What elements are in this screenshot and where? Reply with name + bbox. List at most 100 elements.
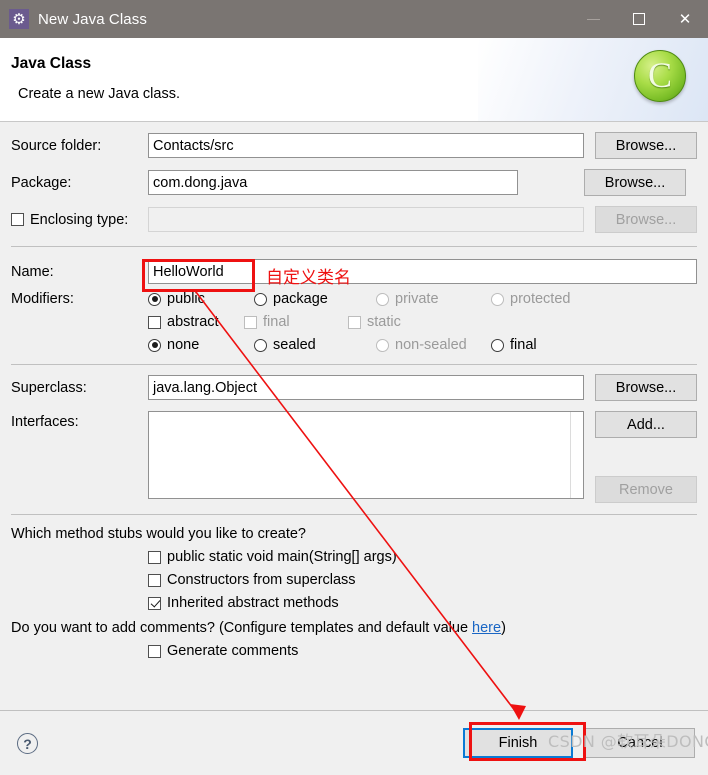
comments-question: Do you want to add comments? (Configure …	[11, 620, 697, 636]
interfaces-list[interactable]	[148, 411, 584, 499]
generate-comments-checkbox[interactable]	[148, 644, 161, 658]
modifier-public[interactable]: public	[148, 291, 254, 307]
dialog-header: Java Class Create a new Java class. C	[0, 38, 708, 122]
final-checkbox	[244, 315, 257, 329]
sealed-final-radio[interactable]	[491, 338, 504, 352]
divider-2	[11, 364, 697, 365]
app-gear-icon: ⚙	[9, 9, 29, 29]
gear-glyph: ⚙	[12, 10, 26, 28]
package-row: Package: com.dong.java Browse...	[11, 169, 697, 196]
non-sealed-label: non-sealed	[395, 337, 467, 353]
close-button[interactable]: ✕	[662, 0, 708, 38]
inherited-abstract-label: Inherited abstract methods	[167, 595, 339, 611]
source-folder-row: Source folder: Contacts/src Browse...	[11, 132, 697, 159]
modifier-non-sealed: non-sealed	[376, 337, 491, 353]
superclass-label: Superclass:	[11, 379, 87, 396]
modifier-sealed-final[interactable]: final	[491, 337, 537, 353]
private-label: private	[395, 291, 439, 307]
modifier-protected: protected	[491, 291, 570, 307]
comments-question-pre: Do you want to add comments? (Configure …	[11, 620, 473, 636]
superclass-row: Superclass: java.lang.Object Browse...	[11, 374, 697, 401]
stub-main-method[interactable]: public static void main(String[] args)	[11, 549, 697, 565]
public-radio[interactable]	[148, 292, 161, 306]
footer-buttons: Finish Cancel	[463, 728, 695, 758]
minimize-icon	[586, 18, 600, 20]
finish-button[interactable]: Finish	[463, 728, 573, 758]
main-method-label: public static void main(String[] args)	[167, 549, 397, 565]
none-label: none	[167, 337, 200, 353]
close-icon: ✕	[678, 11, 692, 28]
window-controls: ✕	[570, 0, 708, 38]
minimize-button[interactable]	[570, 0, 616, 38]
method-stubs-question: Which method stubs would you like to cre…	[11, 526, 306, 542]
interfaces-buttons: Add... Remove	[595, 411, 697, 503]
cancel-button[interactable]: Cancel	[585, 728, 695, 758]
enclosing-type-checkbox[interactable]	[11, 213, 24, 226]
modifiers-label: Modifiers:	[11, 291, 74, 307]
enclosing-type-label-group: Enclosing type:	[11, 212, 148, 228]
enclosing-type-label: Enclosing type:	[30, 211, 129, 228]
package-radio[interactable]	[254, 292, 267, 306]
package-browse-button[interactable]: Browse...	[584, 169, 686, 196]
static-label: static	[367, 314, 401, 330]
title-bar: ⚙ New Java Class ✕	[0, 0, 708, 38]
source-folder-label: Source folder:	[11, 137, 102, 154]
package-input[interactable]: com.dong.java	[148, 170, 518, 195]
modifier-sealed[interactable]: sealed	[254, 337, 376, 353]
abstract-checkbox[interactable]	[148, 315, 161, 329]
page-title: Java Class	[11, 55, 92, 72]
protected-radio	[491, 292, 504, 306]
public-label: public	[167, 291, 205, 307]
name-input[interactable]: HelloWorld	[148, 259, 697, 284]
enclosing-type-row: Enclosing type: Browse...	[11, 206, 697, 233]
page-subtitle: Create a new Java class.	[18, 86, 180, 102]
maximize-button[interactable]	[616, 0, 662, 38]
interfaces-scrollbar[interactable]	[570, 412, 583, 498]
enclosing-type-input[interactable]	[148, 207, 584, 232]
modifiers-sealed-row: none sealed non-sealed final	[11, 337, 697, 353]
sealed-radio[interactable]	[254, 338, 267, 352]
sealed-final-label: final	[510, 337, 537, 353]
inherited-abstract-checkbox[interactable]	[148, 596, 161, 610]
name-label: Name:	[11, 263, 54, 280]
form-body: Source folder: Contacts/src Browse... Pa…	[0, 132, 708, 659]
modifier-abstract[interactable]: abstract	[148, 314, 244, 330]
sealed-label: sealed	[273, 337, 316, 353]
main-method-checkbox[interactable]	[148, 550, 161, 564]
generate-comments-label: Generate comments	[167, 643, 299, 659]
modifiers-access-row: Modifiers: public package private protec…	[11, 291, 697, 307]
non-sealed-radio	[376, 338, 389, 352]
name-annotation-text: 自定义类名	[266, 268, 351, 288]
interfaces-add-button[interactable]: Add...	[595, 411, 697, 438]
superclass-browse-button[interactable]: Browse...	[595, 374, 697, 401]
stub-generate-comments[interactable]: Generate comments	[11, 643, 697, 659]
stub-inherited-abstract[interactable]: Inherited abstract methods	[11, 595, 697, 611]
protected-label: protected	[510, 291, 571, 307]
modifier-package[interactable]: package	[254, 291, 376, 307]
modifier-final: final	[244, 314, 348, 330]
maximize-icon	[633, 13, 645, 25]
comments-question-post: )	[501, 620, 506, 636]
java-class-icon: C	[634, 50, 686, 102]
source-folder-browse-button[interactable]: Browse...	[595, 132, 697, 159]
divider-1	[11, 246, 697, 247]
none-radio[interactable]	[148, 338, 161, 352]
package-modifier-label: package	[273, 291, 328, 307]
modifiers-flags-row: abstract final static	[11, 314, 697, 330]
interfaces-label: Interfaces:	[11, 414, 79, 430]
modifier-private: private	[376, 291, 491, 307]
interfaces-row: Interfaces: Add... Remove	[11, 411, 697, 503]
divider-3	[11, 514, 697, 515]
configure-templates-link[interactable]: here	[472, 620, 501, 636]
java-class-icon-letter: C	[647, 54, 672, 95]
source-folder-input[interactable]: Contacts/src	[148, 133, 584, 158]
modifier-none[interactable]: none	[148, 337, 254, 353]
interfaces-remove-button: Remove	[595, 476, 697, 503]
private-radio	[376, 292, 389, 306]
package-label: Package:	[11, 174, 72, 191]
superclass-input[interactable]: java.lang.Object	[148, 375, 584, 400]
constructors-checkbox[interactable]	[148, 573, 161, 587]
help-icon[interactable]: ?	[17, 733, 38, 754]
stub-constructors[interactable]: Constructors from superclass	[11, 572, 697, 588]
enclosing-type-browse-button: Browse...	[595, 206, 697, 233]
